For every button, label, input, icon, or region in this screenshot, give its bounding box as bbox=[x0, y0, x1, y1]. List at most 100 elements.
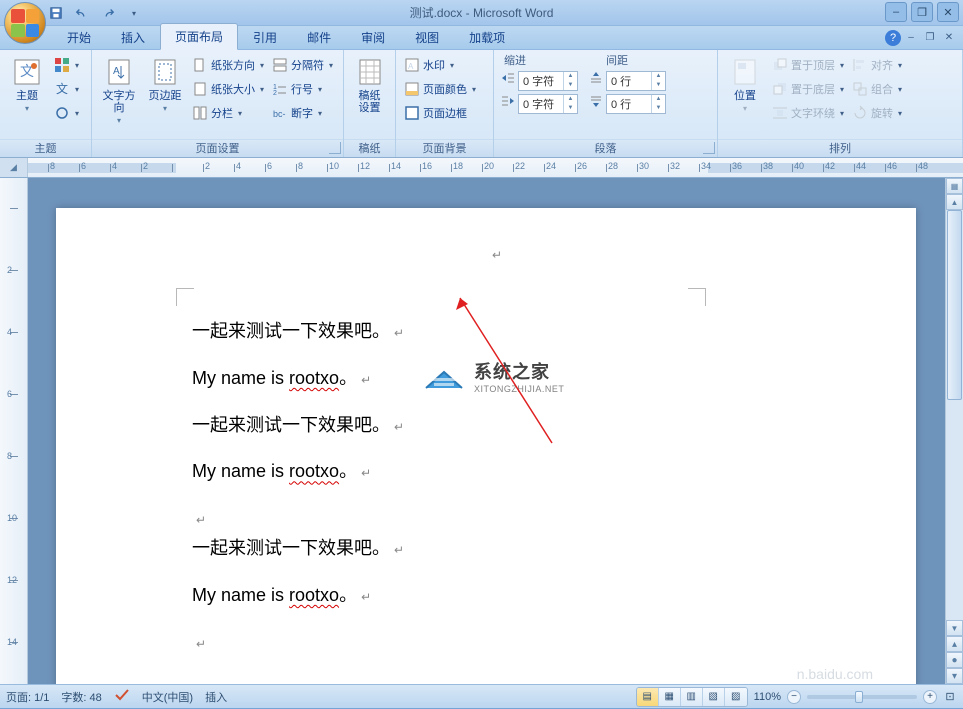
tab-references[interactable]: 引用 bbox=[238, 24, 292, 50]
bring-to-front-button: 置于顶层▾ bbox=[770, 54, 846, 76]
zoom-level[interactable]: 110% bbox=[754, 691, 781, 703]
svg-text:2: 2 bbox=[273, 90, 277, 97]
group-label-arrange: 排列 bbox=[718, 139, 962, 157]
qat-undo-button[interactable] bbox=[72, 3, 92, 23]
indent-right-spinner[interactable]: 0 字符▲▼ bbox=[518, 94, 578, 114]
zoom-out-button[interactable]: − bbox=[787, 690, 801, 704]
qat-redo-button[interactable] bbox=[98, 3, 118, 23]
status-insert-mode[interactable]: 插入 bbox=[205, 689, 227, 705]
ruler-toggle-button[interactable]: ▦ bbox=[946, 178, 963, 194]
watermark-overlay: 系统之家XITONGZHIJIA.NET bbox=[422, 358, 564, 394]
indent-right-icon bbox=[500, 93, 516, 114]
next-page-button[interactable]: ▾ bbox=[946, 668, 963, 684]
scroll-up-button[interactable]: ▲ bbox=[946, 194, 963, 210]
view-web-layout[interactable]: ▥ bbox=[681, 688, 703, 706]
help-icon[interactable]: ? bbox=[885, 30, 901, 46]
status-bar: 页面: 1/1 字数: 48 中文(中国) 插入 ▤ ▦ ▥ ▧ ▨ 110% … bbox=[0, 684, 963, 708]
ribbon-tabs: 开始 插入 页面布局 引用 邮件 审阅 视图 加载项 ? – ❐ ✕ bbox=[0, 26, 963, 50]
ruler-row: ◢ 86422468101214161820222426283032343638… bbox=[0, 158, 963, 178]
tab-insert[interactable]: 插入 bbox=[106, 24, 160, 50]
theme-fonts-button[interactable]: 文▾ bbox=[52, 78, 81, 100]
status-language[interactable]: 中文(中国) bbox=[142, 689, 193, 705]
line-numbers-button[interactable]: 12行号▾ bbox=[270, 78, 335, 100]
group-label-paragraph: 段落 bbox=[494, 139, 717, 157]
group-manuscript: 稿纸 设置 稿纸 bbox=[344, 50, 396, 157]
group-page-setup: A 文字方向 ▾ 页边距 ▾ 纸张方向▾ 纸张大小▾ 分栏▾ 分隔符▾ 12行号… bbox=[92, 50, 344, 157]
scroll-down-button[interactable]: ▼ bbox=[946, 620, 963, 636]
spacing-before-spinner[interactable]: 0 行▲▼ bbox=[606, 71, 666, 91]
paragraph-launcher[interactable] bbox=[703, 142, 715, 154]
status-page[interactable]: 页面: 1/1 bbox=[6, 689, 49, 705]
svg-text:A: A bbox=[408, 62, 414, 71]
page-color-button[interactable]: 页面颜色▾ bbox=[402, 78, 478, 100]
tab-page-layout[interactable]: 页面布局 bbox=[160, 23, 238, 50]
columns-button[interactable]: 分栏▾ bbox=[190, 102, 266, 124]
group-label-page-setup: 页面设置 bbox=[92, 139, 343, 157]
view-full-screen[interactable]: ▦ bbox=[659, 688, 681, 706]
margins-button[interactable]: 页边距 ▾ bbox=[144, 54, 186, 115]
tab-addins[interactable]: 加载项 bbox=[454, 24, 520, 50]
indent-label: 缩进 bbox=[504, 52, 526, 68]
page: ↵ 一起来测试一下效果吧。↵ My name is rootxo。↵ 一起来测试… bbox=[56, 208, 916, 684]
view-outline[interactable]: ▧ bbox=[703, 688, 725, 706]
qat-customize-dropdown[interactable]: ▾ bbox=[124, 3, 144, 23]
group-label-page-bg: 页面背景 bbox=[396, 139, 493, 157]
ribbon: 文 主题 ▾ ▾ 文▾ ▾ 主题 A 文字方向 ▾ 页边距 ▾ bbox=[0, 50, 963, 158]
spacing-label: 间距 bbox=[606, 52, 628, 68]
theme-colors-button[interactable]: ▾ bbox=[52, 54, 81, 76]
position-button: 位置 ▾ bbox=[724, 54, 766, 115]
page-borders-button[interactable]: 页面边框 bbox=[402, 102, 478, 124]
text-direction-button[interactable]: A 文字方向 ▾ bbox=[98, 54, 140, 127]
spacing-after-spinner[interactable]: 0 行▲▼ bbox=[606, 94, 666, 114]
horizontal-ruler[interactable]: 8642246810121416182022242628303234363840… bbox=[28, 158, 963, 177]
zoom-slider-thumb[interactable] bbox=[855, 691, 863, 703]
manuscript-settings-button[interactable]: 稿纸 设置 bbox=[350, 54, 389, 116]
size-button[interactable]: 纸张大小▾ bbox=[190, 78, 266, 100]
qat-save-button[interactable] bbox=[46, 3, 66, 23]
status-proofing-icon[interactable] bbox=[114, 687, 130, 706]
spacing-before-icon bbox=[588, 70, 604, 91]
window-title: 测试.docx - Microsoft Word bbox=[410, 4, 554, 21]
ribbon-restore-button[interactable]: ❐ bbox=[922, 30, 938, 44]
themes-button[interactable]: 文 主题 ▾ bbox=[6, 54, 48, 115]
watermark-button[interactable]: A水印▾ bbox=[402, 54, 478, 76]
view-draft[interactable]: ▨ bbox=[725, 688, 747, 706]
zoom-in-button[interactable]: + bbox=[923, 690, 937, 704]
close-button[interactable]: ✕ bbox=[937, 2, 959, 22]
status-words[interactable]: 字数: 48 bbox=[61, 689, 101, 705]
quick-access-toolbar: ▾ bbox=[46, 2, 144, 24]
tab-mailings[interactable]: 邮件 bbox=[292, 24, 346, 50]
ribbon-close-button[interactable]: ✕ bbox=[941, 30, 957, 44]
ruler-corner[interactable]: ◢ bbox=[0, 158, 28, 177]
select-browse-object-button[interactable]: ● bbox=[946, 652, 963, 668]
indent-left-spinner[interactable]: 0 字符▲▼ bbox=[518, 71, 578, 91]
breaks-button[interactable]: 分隔符▾ bbox=[270, 54, 335, 76]
rotate-button: 旋转▾ bbox=[850, 102, 904, 124]
text-wrapping-button: 文字环绕▾ bbox=[770, 102, 846, 124]
orientation-button[interactable]: 纸张方向▾ bbox=[190, 54, 266, 76]
theme-effects-button[interactable]: ▾ bbox=[52, 102, 81, 124]
group-arrange: 位置 ▾ 置于顶层▾ 置于底层▾ 文字环绕▾ 对齐▾ 组合▾ 旋转▾ 排列 bbox=[718, 50, 963, 157]
align-button: 对齐▾ bbox=[850, 54, 904, 76]
vertical-scrollbar[interactable]: ▦ ▲ ▼ ▴ ● ▾ bbox=[945, 178, 963, 684]
page-setup-launcher[interactable] bbox=[329, 142, 341, 154]
status-expand-icon[interactable]: ⊡ bbox=[943, 690, 957, 703]
ribbon-minimize-button[interactable]: – bbox=[903, 30, 919, 44]
tab-review[interactable]: 审阅 bbox=[346, 24, 400, 50]
zoom-slider[interactable] bbox=[807, 695, 917, 699]
maximize-button[interactable]: ❐ bbox=[911, 2, 933, 22]
vertical-ruler[interactable]: 246810121416 bbox=[0, 178, 28, 684]
tab-home[interactable]: 开始 bbox=[52, 24, 106, 50]
page-viewport[interactable]: ↵ 一起来测试一下效果吧。↵ My name is rootxo。↵ 一起来测试… bbox=[28, 178, 963, 684]
hyphenation-button[interactable]: bc-断字▾ bbox=[270, 102, 335, 124]
view-print-layout[interactable]: ▤ bbox=[637, 688, 659, 706]
paragraph-mark-icon: ↵ bbox=[492, 248, 502, 262]
office-button[interactable] bbox=[4, 2, 46, 44]
previous-page-button[interactable]: ▴ bbox=[946, 636, 963, 652]
send-to-back-button: 置于底层▾ bbox=[770, 78, 846, 100]
scroll-thumb[interactable] bbox=[947, 210, 962, 400]
group-themes: 文 主题 ▾ ▾ 文▾ ▾ 主题 bbox=[0, 50, 92, 157]
tab-view[interactable]: 视图 bbox=[400, 24, 454, 50]
minimize-button[interactable]: – bbox=[885, 2, 907, 22]
document-content[interactable]: 一起来测试一下效果吧。↵ My name is rootxo。↵ 一起来测试一下… bbox=[192, 308, 404, 649]
